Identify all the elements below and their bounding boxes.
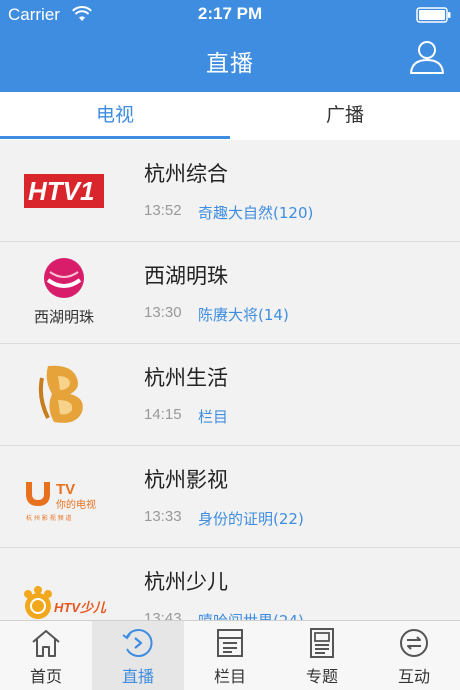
- channel-name: 杭州少儿: [144, 570, 228, 594]
- channel-name: 杭州综合: [144, 162, 228, 186]
- program-title: 身份的证明(22): [198, 510, 304, 528]
- segment-tabs: 电视 广播: [0, 92, 460, 141]
- svg-text:西湖明珠: 西湖明珠: [34, 308, 94, 326]
- live-screen: Carrier 2:17 PM 直播 电视 广播 HTV1 杭州综合 13:52…: [0, 0, 460, 690]
- svg-text:你的电视: 你的电视: [56, 498, 96, 511]
- tabbar-item-home[interactable]: 首页: [0, 621, 92, 690]
- tab-indicator: [0, 136, 230, 139]
- program-time: 13:30: [144, 304, 182, 321]
- tabbar-item-topic[interactable]: 专题: [276, 621, 368, 690]
- channel-name: 杭州影视: [144, 468, 228, 492]
- channel-name: 西湖明珠: [144, 264, 228, 288]
- tabbar-item-column[interactable]: 栏目: [184, 621, 276, 690]
- channel-list: HTV1 杭州综合 13:52 奇趣大自然(120) 西湖明珠 西湖明珠 13:…: [0, 140, 460, 620]
- user-button[interactable]: [408, 38, 446, 76]
- channel-row[interactable]: TV 你的电视 杭 州 影 视 频 道 杭州影视 13:33 身份的证明(22): [0, 446, 460, 548]
- channel-row[interactable]: 杭州生活 14:15 栏目: [0, 344, 460, 446]
- live-play-icon: [122, 629, 153, 657]
- program-title: 嘻哈闯世界(24): [198, 610, 304, 620]
- status-bar: Carrier 2:17 PM: [0, 0, 460, 30]
- tabbar-label: 首页: [29, 667, 62, 686]
- column-icon: [217, 629, 243, 657]
- svg-text:杭 州 影 视 频 道: 杭 州 影 视 频 道: [26, 514, 72, 522]
- interact-icon: [400, 629, 428, 657]
- user-icon: [410, 41, 444, 74]
- svg-text:HTV少儿: HTV少儿: [54, 600, 107, 615]
- program-time: 14:15: [144, 406, 182, 423]
- home-icon: [32, 630, 60, 657]
- battery-icon: [416, 7, 451, 23]
- hangzhou-life-logo: [38, 365, 83, 423]
- htv-kids-logo: HTV少儿: [24, 586, 107, 619]
- topic-icon: [310, 628, 334, 658]
- tabbar-item-interact[interactable]: 互动: [368, 621, 460, 690]
- tabbar-item-live[interactable]: 直播: [92, 621, 184, 690]
- channel-name: 杭州生活: [144, 366, 228, 390]
- program-time: 13:52: [144, 202, 182, 219]
- htv1-logo: HTV1: [24, 174, 104, 208]
- channel-row[interactable]: HTV少儿 杭州少儿 13:43 嘻哈闯世界(24): [0, 548, 460, 620]
- program-time: 13:43: [144, 610, 182, 620]
- page-title: 直播: [206, 51, 254, 77]
- header: Carrier 2:17 PM 直播: [0, 0, 460, 92]
- program-title: 栏目: [198, 408, 229, 426]
- tabbar-label: 栏目: [213, 667, 246, 686]
- program-title: 陈赓大将(14): [198, 306, 289, 324]
- channel-row[interactable]: HTV1 杭州综合 13:52 奇趣大自然(120): [0, 140, 460, 242]
- tab-bar: 首页 直播 栏目 专题 互动: [0, 620, 460, 690]
- tabbar-label: 直播: [121, 667, 154, 686]
- svg-text:TV: TV: [56, 481, 75, 498]
- hangzhou-film-logo: TV 你的电视 杭 州 影 视 频 道: [26, 481, 96, 522]
- tab-radio[interactable]: 广播: [230, 92, 460, 138]
- svg-text:HTV1: HTV1: [28, 176, 94, 206]
- program-time: 13:33: [144, 508, 182, 525]
- tabbar-label: 互动: [397, 667, 430, 686]
- clock: 2:17 PM: [197, 4, 263, 23]
- xihu-mingzhu-logo: 西湖明珠: [34, 258, 94, 326]
- tabbar-label: 专题: [305, 667, 338, 686]
- channel-row[interactable]: 西湖明珠 西湖明珠 13:30 陈赓大将(14): [0, 242, 460, 344]
- program-title: 奇趣大自然(120): [198, 204, 314, 222]
- tab-tv[interactable]: 电视: [0, 92, 230, 138]
